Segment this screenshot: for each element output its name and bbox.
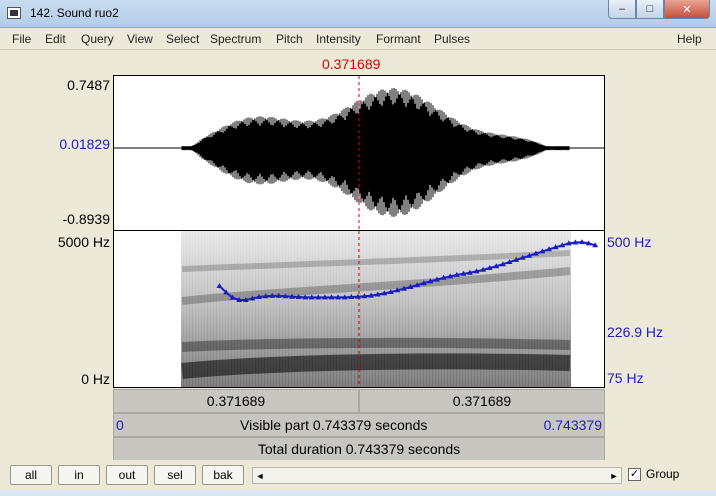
selection-right-label: 0.371689	[452, 393, 512, 409]
window-controls: – □ ✕	[608, 0, 710, 20]
minimize-button[interactable]: –	[608, 0, 636, 19]
horizontal-scrollbar[interactable]: ◄ ►	[252, 467, 622, 484]
menu-help[interactable]: Help	[677, 32, 702, 46]
spectrogram-plot[interactable]	[114, 231, 604, 387]
waveform-signal	[181, 88, 570, 217]
waveform-max-label: 0.7487	[67, 77, 110, 93]
zoom-all-button[interactable]: all	[10, 465, 52, 485]
cursor-time-label: 0.371689	[322, 56, 381, 72]
waveform-trace	[181, 88, 570, 217]
menu-intensity[interactable]: Intensity	[316, 32, 361, 46]
visible-part-bar[interactable]: 0 Visible part 0.743379 seconds 0.743379	[113, 413, 605, 437]
close-button[interactable]: ✕	[664, 0, 710, 19]
group-label: Group	[646, 467, 680, 481]
visible-end-label: 0.743379	[543, 417, 602, 433]
visible-start-label: 0	[116, 417, 124, 433]
pitch-cursor-label: 226.9 Hz	[607, 324, 664, 340]
formant-band-f1	[181, 337, 571, 352]
freq-top-label: 5000 Hz	[57, 234, 110, 250]
pitch-top-label: 500 Hz	[607, 234, 652, 250]
zoom-back-button[interactable]: bak	[202, 465, 244, 485]
zoom-out-button[interactable]: out	[106, 465, 148, 485]
total-duration-label: Total duration 0.743379 seconds	[257, 441, 461, 457]
menu-bar: File Edit Query View Select Spectrum Pit…	[0, 28, 716, 50]
menu-pitch[interactable]: Pitch	[276, 32, 303, 46]
zoom-in-button[interactable]: in	[58, 465, 100, 485]
menu-query[interactable]: Query	[81, 32, 114, 46]
waveform-mid-label: 0.01829	[59, 136, 110, 152]
selection-left-label: 0.371689	[206, 393, 266, 409]
spectrogram-panel[interactable]	[113, 231, 605, 388]
freq-bottom-label: 0 Hz	[81, 371, 110, 387]
window-title: 142. Sound ruo2	[30, 6, 119, 20]
pitch-bottom-label: 75 Hz	[607, 370, 644, 386]
waveform-panel[interactable]	[113, 75, 605, 231]
menu-file[interactable]: File	[12, 32, 31, 46]
menu-edit[interactable]: Edit	[45, 32, 66, 46]
total-duration-bar[interactable]: Total duration 0.743379 seconds	[113, 437, 605, 461]
menu-pulses[interactable]: Pulses	[434, 32, 470, 46]
waveform-min-label: -0.8939	[62, 211, 110, 227]
zoom-selection-button[interactable]: sel	[154, 465, 196, 485]
waveform-plot[interactable]	[114, 76, 604, 230]
bottom-toolbar: all in out sel bak ◄ ►	[0, 460, 716, 490]
menu-select[interactable]: Select	[166, 32, 199, 46]
scroll-right-icon[interactable]: ►	[608, 468, 620, 483]
title-bar: 142. Sound ruo2 – □ ✕	[0, 0, 716, 28]
visible-part-label: Visible part 0.743379 seconds	[240, 417, 428, 433]
group-checkbox[interactable]: ✓	[628, 468, 641, 481]
selection-left-bar[interactable]: 0.371689	[113, 389, 359, 413]
selection-right-bar[interactable]: 0.371689	[359, 389, 605, 413]
menu-view[interactable]: View	[127, 32, 153, 46]
app-icon	[7, 7, 21, 19]
menu-formant[interactable]: Formant	[376, 32, 421, 46]
formant-band-low	[181, 353, 571, 379]
menu-spectrum[interactable]: Spectrum	[210, 32, 261, 46]
scroll-left-icon[interactable]: ◄	[254, 468, 266, 483]
maximize-button[interactable]: □	[636, 0, 664, 19]
